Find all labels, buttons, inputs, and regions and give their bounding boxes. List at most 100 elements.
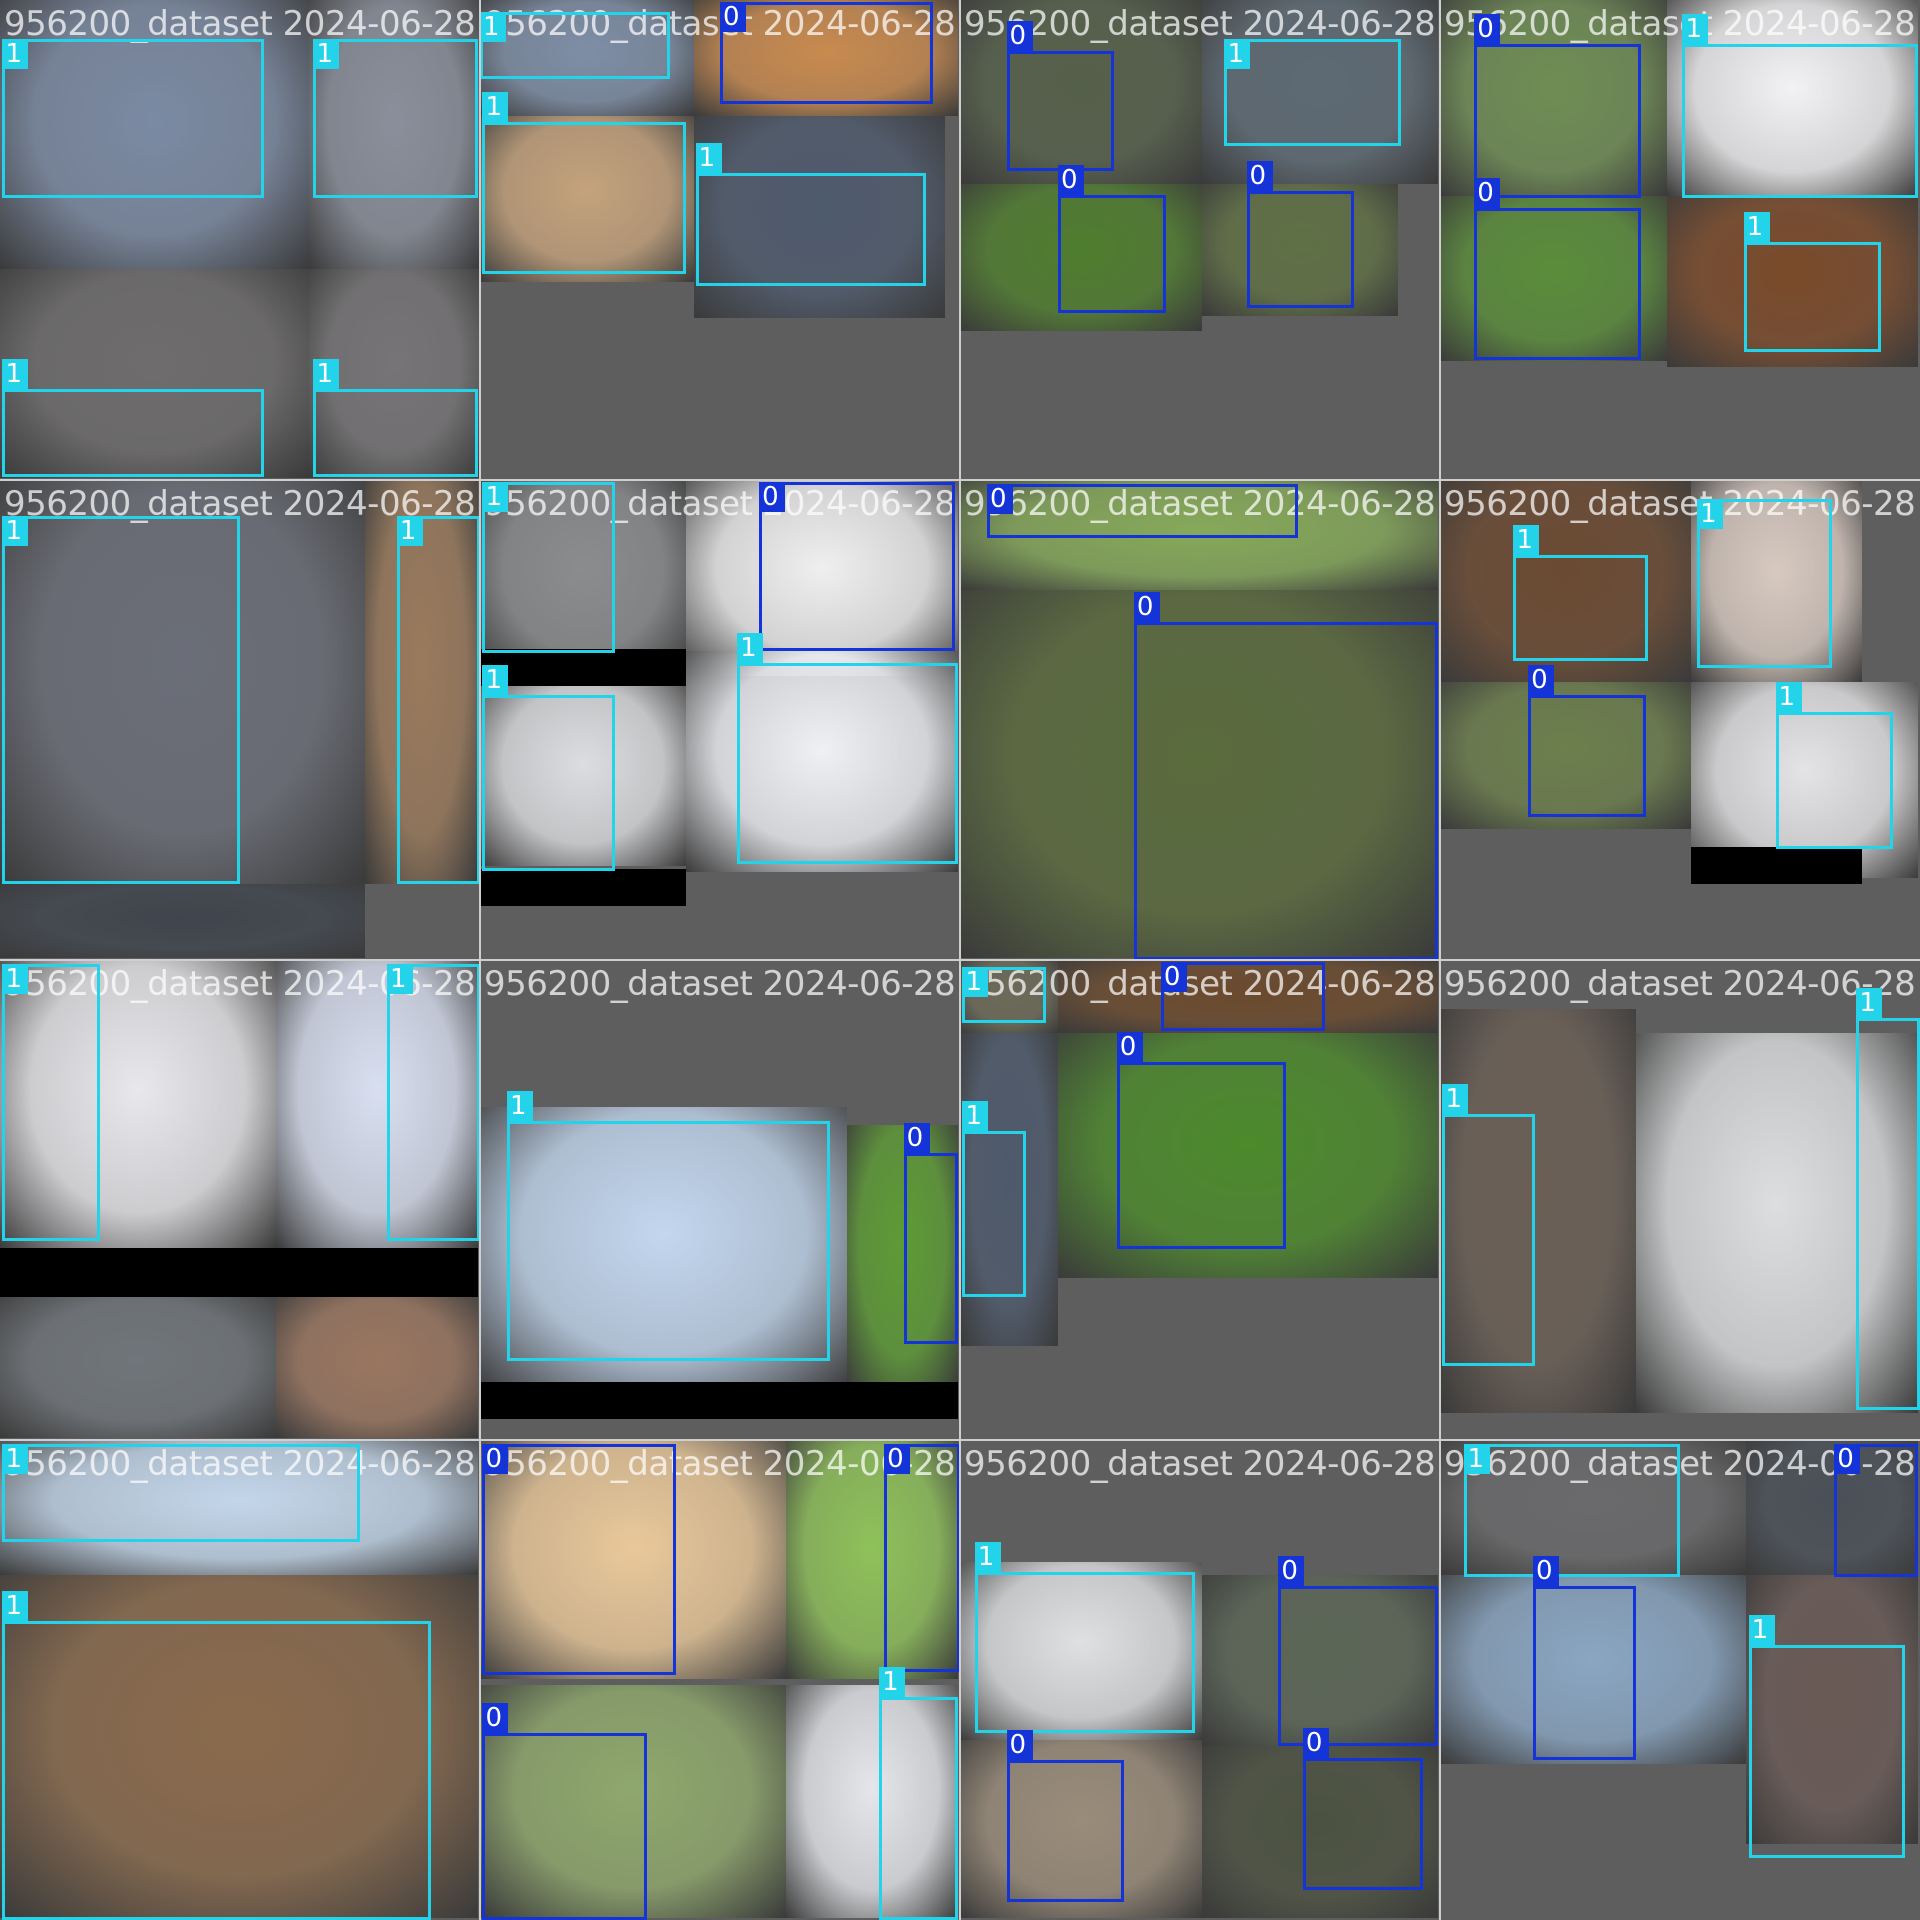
class-label: 1 (962, 1100, 989, 1131)
class-label: 0 (1533, 1556, 1560, 1587)
mosaic-tile: 956200_dataset 2024-06-28 1 1 (1440, 960, 1920, 1440)
photo-region (1691, 847, 1863, 885)
training-batch-mosaic: 956200_dataset 2024-06-28 1 1 1 1 956200_data… (0, 0, 1920, 1920)
class-label: 0 (1160, 962, 1187, 992)
class-label: 0 (1057, 165, 1084, 196)
tile-title: 956200_dataset 2024-06-28 (1444, 4, 1916, 44)
cat-bounding-box: 1 (1856, 988, 1920, 1411)
class-label: 0 (720, 2, 746, 32)
class-label: 1 (2, 358, 29, 389)
cat-bounding-box: 1 (2, 964, 101, 1242)
mosaic-tile: 956200_dataset 2024-06-28 1 1 1 1 (0, 0, 480, 480)
mosaic-tile: 956200_dataset 2024-06-28 0 0 0 1 (480, 1440, 960, 1920)
cat-bounding-box: 1 (2, 358, 265, 478)
class-label: 1 (974, 1541, 1001, 1572)
cat-bounding-box: 1 (1682, 13, 1918, 198)
mosaic-tile: 956200_dataset 2024-06-28 1 0 1 1 (480, 0, 960, 480)
class-label: 0 (1474, 177, 1501, 208)
photo-region (0, 1296, 276, 1438)
mosaic-tile: 956200_dataset 2024-06-28 0 0 (960, 480, 1440, 960)
mosaic-tile: 956200_dataset 2024-06-28 1 0 0 0 (960, 1440, 1440, 1920)
class-label: 1 (482, 482, 509, 512)
class-label: 1 (482, 92, 509, 122)
class-label: 0 (1278, 1556, 1305, 1587)
dog-bounding-box: 0 (1474, 177, 1641, 360)
cat-bounding-box: 1 (313, 358, 478, 478)
tile-title: 956200_dataset 2024-06-28 (1444, 484, 1916, 524)
cat-bounding-box: 1 (962, 966, 1046, 1024)
mosaic-tile: 956200_dataset 2024-06-28 1 1 (0, 1440, 480, 1920)
dog-bounding-box: 0 (1302, 1727, 1423, 1891)
class-label: 1 (313, 38, 340, 69)
dog-bounding-box: 0 (986, 484, 1298, 539)
class-label: 1 (2, 1444, 29, 1475)
photo-region (275, 1296, 478, 1438)
mosaic-tile: 956200_dataset 2024-06-28 1 0 0 1 (960, 960, 1440, 1440)
tile-divider (1439, 0, 1441, 1920)
class-label: 1 (1748, 1615, 1775, 1646)
cat-bounding-box: 1 (1513, 525, 1649, 661)
dog-bounding-box: 0 (1528, 665, 1646, 818)
photo-region (0, 1247, 478, 1297)
dog-bounding-box: 0 (1533, 1556, 1636, 1761)
class-label: 1 (506, 1091, 533, 1122)
class-label: 1 (1856, 988, 1883, 1019)
mosaic-tile: 956200_dataset 2024-06-28 0 1 0 0 (960, 0, 1440, 480)
dog-bounding-box: 0 (1246, 160, 1355, 309)
photo-region (480, 869, 686, 907)
dog-bounding-box: 0 (1474, 13, 1641, 198)
cat-bounding-box: 1 (386, 964, 480, 1242)
class-label: 1 (2, 516, 29, 547)
class-label: 1 (2, 964, 29, 995)
cat-bounding-box: 1 (695, 143, 926, 287)
mosaic-tile: 956200_dataset 2024-06-28 1 0 0 1 (1440, 1440, 1920, 1920)
class-label: 0 (1302, 1727, 1329, 1758)
class-label: 1 (2, 1590, 29, 1621)
class-label: 0 (1474, 13, 1501, 44)
cat-bounding-box: 1 (2, 516, 240, 884)
class-label: 0 (482, 1703, 509, 1734)
cat-bounding-box: 1 (1748, 1615, 1906, 1859)
tile-title: 956200_dataset 2024-06-28 (1444, 964, 1916, 1004)
class-label: 1 (1697, 499, 1724, 530)
class-label: 1 (480, 11, 506, 42)
dog-bounding-box: 0 (1160, 962, 1325, 1031)
tile-title: 956200_dataset 2024-06-28 (484, 964, 956, 1004)
cat-bounding-box: 1 (506, 1091, 831, 1362)
dog-bounding-box: 0 (1006, 20, 1115, 171)
class-label: 1 (482, 665, 509, 696)
class-label: 1 (1442, 1083, 1469, 1114)
class-label: 0 (482, 1444, 509, 1475)
cat-bounding-box: 1 (482, 665, 615, 872)
class-label: 1 (1743, 212, 1770, 242)
class-label: 1 (879, 1666, 906, 1697)
dog-bounding-box: 0 (1116, 1032, 1286, 1249)
cat-bounding-box: 1 (2, 38, 265, 198)
class-label: 1 (962, 966, 989, 997)
class-label: 0 (884, 1444, 911, 1475)
class-label: 0 (903, 1123, 930, 1154)
class-label: 0 (759, 482, 786, 512)
mosaic-tile: 956200_dataset 2024-06-28 1 1 (0, 480, 480, 960)
class-label: 1 (1513, 525, 1540, 556)
mosaic-tile: 956200_dataset 2024-06-28 1 0 (480, 960, 960, 1440)
class-label: 0 (1116, 1032, 1143, 1063)
class-label: 1 (2, 38, 29, 69)
class-label: 0 (1246, 160, 1273, 191)
dog-bounding-box: 0 (1057, 165, 1166, 314)
cat-bounding-box: 1 (879, 1666, 958, 1920)
cat-bounding-box: 1 (1775, 682, 1894, 850)
class-label: 1 (695, 143, 722, 174)
cat-bounding-box: 1 (2, 1444, 360, 1543)
dog-bounding-box: 0 (1006, 1730, 1125, 1903)
class-label: 0 (986, 484, 1013, 515)
cat-bounding-box: 1 (2, 1590, 431, 1920)
cat-bounding-box: 1 (1743, 212, 1881, 353)
dog-bounding-box: 0 (1834, 1444, 1918, 1577)
photo-region (480, 648, 686, 686)
cat-bounding-box: 1 (1697, 499, 1832, 669)
dog-bounding-box: 0 (720, 2, 934, 104)
class-label: 0 (1006, 1730, 1033, 1761)
class-label: 1 (313, 358, 340, 389)
class-label: 0 (1133, 591, 1160, 622)
